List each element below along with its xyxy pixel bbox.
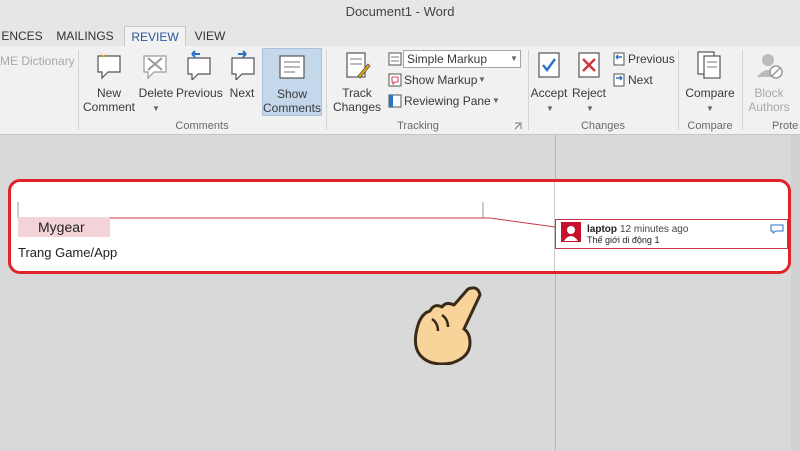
comment-time: 12 minutes ago (620, 224, 689, 235)
document-line[interactable]: Trang Game/App (18, 245, 117, 260)
reply-icon[interactable] (770, 224, 784, 234)
user-avatar-icon (561, 222, 581, 242)
comment-author: laptop (587, 224, 617, 235)
pointing-hand-icon (413, 286, 482, 365)
comment-text[interactable]: Thế giới di động 1 (587, 235, 659, 245)
commented-text[interactable]: Mygear (18, 217, 110, 237)
